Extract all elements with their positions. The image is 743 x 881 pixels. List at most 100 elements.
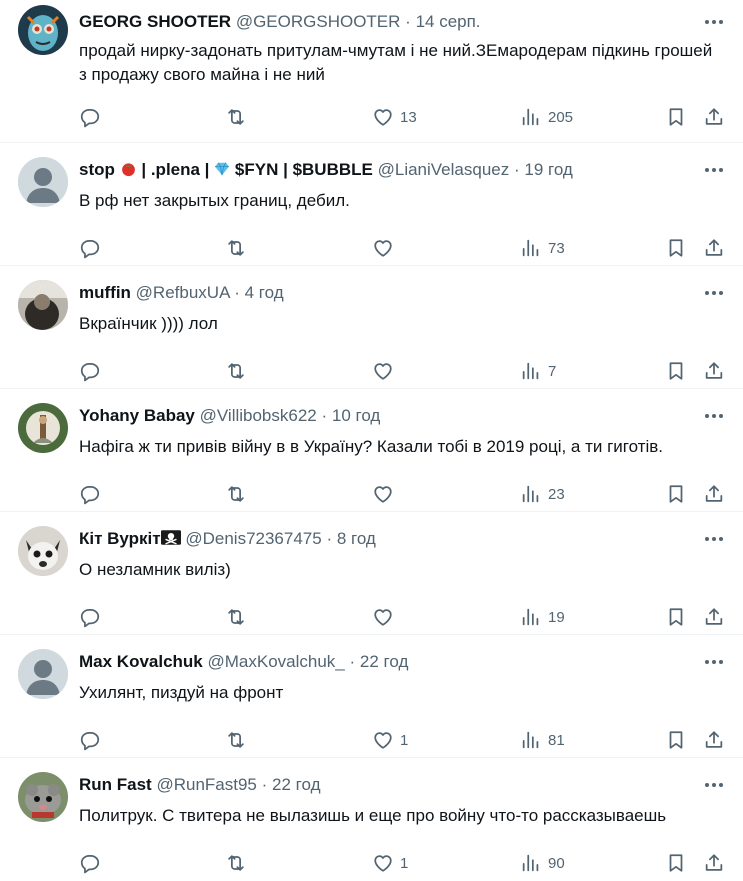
timestamp[interactable]: 22 год [272, 775, 320, 794]
views-button[interactable]: 19 [520, 603, 565, 631]
reply-button[interactable] [79, 234, 101, 262]
speech-bubble-icon [80, 608, 100, 628]
views-button[interactable]: 7 [520, 357, 556, 385]
more-options-button[interactable] [703, 653, 725, 671]
bookmark-button[interactable] [665, 103, 687, 131]
tweet[interactable]: muffin @RefbuxUA · 4 год Вкраїнчик )))) … [0, 266, 743, 389]
bookmark-button[interactable] [665, 603, 687, 631]
retweet-button[interactable] [225, 726, 247, 754]
like-button[interactable]: 1 [372, 726, 408, 754]
user-handle[interactable]: @GEORGSHOOTER [236, 12, 401, 31]
view-count: 7 [548, 362, 557, 380]
retweet-button[interactable] [225, 357, 247, 385]
user-handle[interactable]: @RefbuxUA [136, 283, 230, 302]
bookmark-button[interactable] [665, 480, 687, 508]
bookmark-button[interactable] [665, 357, 687, 385]
bookmark-icon [669, 485, 683, 503]
tweet[interactable]: Yohany Babay @Villibobsk622 · 10 год Наф… [0, 389, 743, 512]
separator-dot: · [234, 283, 240, 302]
share-button[interactable] [703, 103, 725, 131]
view-count: 73 [548, 239, 565, 257]
avatar[interactable] [18, 5, 68, 55]
avatar[interactable] [18, 772, 68, 822]
display-name[interactable]: Кіт Вуркіт [79, 529, 181, 548]
like-button[interactable]: 13 [372, 103, 417, 131]
retweet-button[interactable] [225, 849, 247, 877]
timestamp[interactable]: 22 год [360, 652, 408, 671]
share-upload-icon [705, 239, 723, 256]
tweet[interactable]: stop | .plena | $FYN | $BUBBLE @LianiVel… [0, 143, 743, 266]
tweet[interactable]: Max Kovalchuk @MaxKovalchuk_ · 22 год Ух… [0, 635, 743, 758]
views-button[interactable]: 73 [520, 234, 565, 262]
more-options-button[interactable] [703, 284, 725, 302]
reply-button[interactable] [79, 849, 101, 877]
avatar[interactable] [18, 403, 68, 453]
share-button[interactable] [703, 603, 725, 631]
like-button[interactable] [372, 603, 400, 631]
user-handle[interactable]: @Villibobsk622 [200, 406, 317, 425]
retweet-button[interactable] [225, 603, 247, 631]
reply-button[interactable] [79, 357, 101, 385]
more-options-button[interactable] [703, 13, 725, 31]
like-button[interactable] [372, 234, 400, 262]
retweet-button[interactable] [225, 103, 247, 131]
separator-dot: · [513, 160, 520, 179]
like-button[interactable]: 1 [372, 849, 408, 877]
more-options-button[interactable] [703, 161, 725, 179]
tweet-header: Кіт Вуркіт @Denis72367475 · 8 год [79, 529, 683, 549]
share-button[interactable] [703, 234, 725, 262]
share-button[interactable] [703, 726, 725, 754]
like-button[interactable] [372, 357, 400, 385]
tweet-header: Yohany Babay @Villibobsk622 · 10 год [79, 406, 683, 426]
bookmark-button[interactable] [665, 726, 687, 754]
tweet-header: stop | .plena | $FYN | $BUBBLE @LianiVel… [79, 160, 683, 180]
heart-icon [374, 363, 392, 380]
tweet[interactable]: Кіт Вуркіт @Denis72367475 · 8 год О незл… [0, 512, 743, 635]
retweet-button[interactable] [225, 480, 247, 508]
display-name[interactable]: Max Kovalchuk [79, 652, 203, 671]
avatar[interactable] [18, 157, 68, 207]
share-button[interactable] [703, 480, 725, 508]
separator-dot: · [321, 406, 328, 425]
timestamp[interactable]: 14 серп. [416, 12, 481, 31]
tweet[interactable]: GEORG SHOOTER @GEORGSHOOTER · 14 серп. п… [0, 0, 743, 143]
bookmark-icon [669, 108, 683, 126]
timestamp[interactable]: 4 год [245, 283, 284, 302]
bookmark-button[interactable] [665, 849, 687, 877]
reply-button[interactable] [79, 480, 101, 508]
like-button[interactable] [372, 480, 400, 508]
timestamp[interactable]: 19 год [524, 160, 572, 179]
display-name[interactable]: muffin [79, 283, 131, 302]
display-name[interactable]: GEORG SHOOTER [79, 12, 231, 31]
user-handle[interactable]: @LianiVelasquez [378, 160, 510, 179]
avatar[interactable] [18, 526, 68, 576]
retweet-arrows-icon [228, 609, 244, 625]
more-options-button[interactable] [703, 776, 725, 794]
bookmark-button[interactable] [665, 234, 687, 262]
tweet-text: Нафіга ж ти привів війну в в Україну? Ка… [79, 437, 664, 456]
share-button[interactable] [703, 849, 725, 877]
more-options-button[interactable] [703, 530, 725, 548]
avatar[interactable] [18, 280, 68, 330]
timestamp[interactable]: 10 год [332, 406, 380, 425]
views-button[interactable]: 90 [520, 849, 565, 877]
user-handle[interactable]: @MaxKovalchuk_ [208, 652, 345, 671]
bar-chart-icon [522, 731, 539, 749]
timestamp[interactable]: 8 год [337, 529, 376, 548]
share-button[interactable] [703, 357, 725, 385]
views-button[interactable]: 23 [520, 480, 565, 508]
display-name[interactable]: Yohany Babay [79, 406, 195, 425]
reply-button[interactable] [79, 603, 101, 631]
user-handle[interactable]: @RunFast95 [156, 775, 256, 794]
retweet-button[interactable] [225, 234, 247, 262]
reply-button[interactable] [79, 103, 101, 131]
display-name[interactable]: stop | .plena | $FYN | $BUBBLE [79, 160, 373, 179]
views-button[interactable]: 81 [520, 726, 565, 754]
reply-button[interactable] [79, 726, 101, 754]
tweet[interactable]: Run Fast @RunFast95 · 22 год Политрук. С… [0, 758, 743, 881]
user-handle[interactable]: @Denis72367475 [185, 529, 321, 548]
more-options-button[interactable] [703, 407, 725, 425]
views-button[interactable]: 205 [520, 103, 573, 131]
avatar[interactable] [18, 649, 68, 699]
display-name[interactable]: Run Fast [79, 775, 152, 794]
